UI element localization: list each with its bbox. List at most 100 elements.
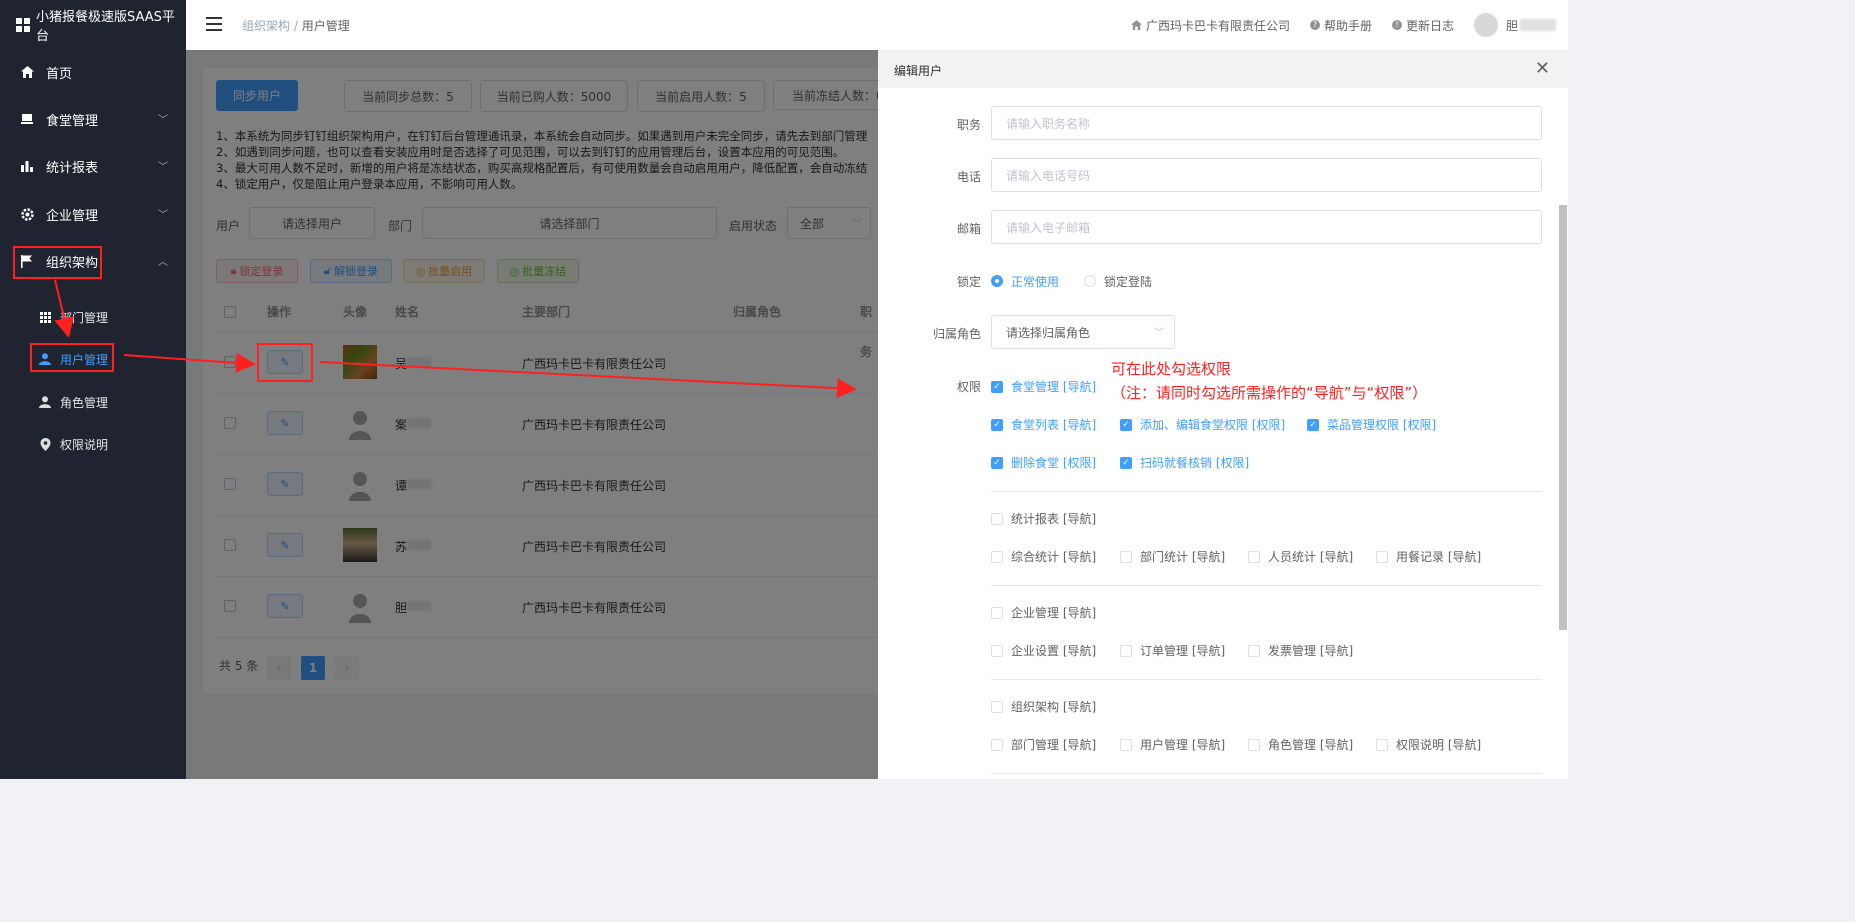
lock-normal-radio[interactable] (991, 275, 1003, 287)
sidebar-subitem-label: 角色管理 (60, 395, 109, 410)
top-header: 组织架构 / 用户管理 广西玛卡巴卡有限责任公司 ? 帮助手册 ! 更新日志 胆 (186, 0, 1568, 51)
home-icon (20, 65, 34, 79)
sidebar-subitem-departments[interactable]: 部门管理 (0, 299, 186, 335)
role-select[interactable]: 请选择归属角色 ﹀ (991, 315, 1175, 349)
perm-canteen-list[interactable]: ✓ 食堂列表 [导航] (991, 416, 1096, 433)
breadcrumb-parent[interactable]: 组织架构 (242, 19, 290, 33)
email-label: 邮箱 (956, 222, 981, 236)
home-icon (1131, 20, 1142, 30)
perm-canteen-nav[interactable]: ✓ 食堂管理 [导航] (991, 378, 1096, 395)
sidebar-subitem-roles[interactable]: 角色管理 (0, 384, 186, 420)
edit-user-drawer: 编辑用户 ✕ 职务 请输入职务名称 电话 请输入电话号码 邮箱 请输入电子邮箱 … (878, 50, 1568, 779)
question-icon: ? (1309, 20, 1320, 30)
perm-scan-verify[interactable]: ✓ 扫码就餐核销 [权限] (1120, 454, 1249, 471)
checkbox-checked: ✓ (1307, 418, 1319, 431)
checkbox-unchecked (1376, 738, 1388, 751)
perm-user-manage[interactable]: 用户管理 [导航] (1120, 736, 1225, 753)
sidebar-item-canteen[interactable]: 食堂管理 ﹀ (0, 99, 186, 139)
highlight-edit-button (257, 343, 313, 382)
divider (991, 491, 1542, 492)
avatar[interactable] (1473, 13, 1498, 37)
drawer-title: 编辑用户 (894, 64, 943, 78)
permission-label: 权限 (956, 380, 981, 394)
position-input[interactable]: 请输入职务名称 (991, 106, 1542, 140)
help-link[interactable]: ? 帮助手册 (1309, 17, 1372, 34)
bar-chart-icon (20, 159, 34, 173)
sidebar-item-label: 统计报表 (46, 160, 99, 176)
role-label: 归属角色 (932, 327, 981, 341)
perm-permission-doc[interactable]: 权限说明 [导航] (1376, 736, 1481, 753)
sidebar-item-home[interactable]: 首页 (0, 52, 186, 92)
sidebar-subitem-permissions[interactable]: 权限说明 (0, 426, 186, 462)
divider (991, 679, 1542, 680)
sidebar-item-label: 食堂管理 (46, 113, 99, 129)
logo-icon (16, 18, 30, 32)
sidebar-item-enterprise[interactable]: 企业管理 ﹀ (0, 194, 186, 234)
divider (991, 585, 1542, 586)
perm-dish-manage[interactable]: ✓ 菜品管理权限 [权限] (1307, 416, 1436, 433)
person-icon (38, 395, 52, 409)
checkbox-checked: ✓ (991, 418, 1003, 431)
phone-label: 电话 (956, 170, 981, 184)
canteen-icon (20, 112, 34, 126)
breadcrumb: 组织架构 / 用户管理 (242, 17, 350, 34)
checkbox-unchecked (1120, 644, 1132, 657)
checkbox-checked: ✓ (1120, 456, 1132, 469)
checkbox-unchecked (991, 644, 1003, 657)
highlight-org-menu (13, 246, 102, 279)
checkbox-unchecked (1248, 550, 1260, 563)
drawer-scrollbar[interactable] (1559, 205, 1567, 630)
chevron-down-icon: ﹀ (158, 115, 168, 126)
lock-locked-radio[interactable] (1084, 275, 1096, 287)
chevron-down-icon: ﹀ (1154, 328, 1164, 339)
user-name[interactable]: 胆 (1506, 17, 1518, 34)
breadcrumb-current: 用户管理 (301, 19, 350, 33)
sidebar: 小猪报餐极速版SAAS平台 首页 食堂管理 ﹀ 统计报表 ﹀ 企业管理 ﹀ 组织… (0, 0, 186, 779)
chevron-up-icon: ︿ (158, 257, 168, 268)
highlight-user-menu (30, 343, 114, 372)
changelog-label: 更新日志 (1405, 18, 1454, 33)
company-link[interactable]: 广西玛卡巴卡有限责任公司 (1131, 17, 1290, 34)
modal-overlay[interactable] (186, 50, 878, 779)
lock-label: 锁定 (956, 275, 981, 289)
company-name: 广西玛卡巴卡有限责任公司 (1145, 18, 1290, 33)
lock-normal-label[interactable]: 正常使用 (1011, 273, 1059, 290)
perm-reports-nav[interactable]: 统计报表 [导航] (991, 510, 1096, 527)
menu-toggle-icon[interactable] (206, 17, 222, 31)
checkbox-unchecked (1248, 644, 1260, 657)
divider (991, 773, 1542, 774)
perm-enterprise-settings[interactable]: 企业设置 [导航] (991, 642, 1096, 659)
perm-enterprise-nav[interactable]: 企业管理 [导航] (991, 604, 1096, 621)
info-icon: ! (1391, 20, 1402, 30)
help-label: 帮助手册 (1323, 18, 1372, 33)
checkbox-unchecked (1376, 550, 1388, 563)
perm-order-manage[interactable]: 订单管理 [导航] (1120, 642, 1225, 659)
user-name-blurred (1520, 19, 1556, 31)
header-right: 广西玛卡巴卡有限责任公司 ? 帮助手册 ! 更新日志 胆 (1131, 0, 1568, 50)
app-logo[interactable]: 小猪报餐极速版SAAS平台 (0, 0, 186, 50)
perm-people-stats[interactable]: 人员统计 [导航] (1248, 548, 1353, 565)
checkbox-unchecked (991, 512, 1003, 525)
changelog-link[interactable]: ! 更新日志 (1391, 17, 1454, 34)
perm-meal-records[interactable]: 用餐记录 [导航] (1376, 548, 1481, 565)
checkbox-unchecked (991, 550, 1003, 563)
checkbox-checked: ✓ (991, 456, 1003, 469)
perm-org-nav[interactable]: 组织架构 [导航] (991, 698, 1096, 715)
perm-invoice-manage[interactable]: 发票管理 [导航] (1248, 642, 1353, 659)
perm-canteen-delete[interactable]: ✓ 删除食堂 [权限] (991, 454, 1096, 471)
phone-input[interactable]: 请输入电话号码 (991, 158, 1542, 192)
perm-canteen-edit[interactable]: ✓ 添加、编辑食堂权限 [权限] (1120, 416, 1285, 433)
gear-icon (20, 207, 34, 221)
position-label: 职务 (956, 118, 981, 132)
drawer-header: 编辑用户 ✕ (878, 50, 1568, 88)
sidebar-item-reports[interactable]: 统计报表 ﹀ (0, 146, 186, 186)
email-input[interactable]: 请输入电子邮箱 (991, 210, 1542, 244)
annotation-line: （注：请同时勾选所需操作的“导航”与“权限”） (1111, 384, 1428, 402)
sidebar-item-label: 首页 (46, 66, 73, 82)
close-icon[interactable]: ✕ (1535, 58, 1550, 79)
perm-dept-manage[interactable]: 部门管理 [导航] (991, 736, 1096, 753)
lock-locked-label[interactable]: 锁定登陆 (1104, 273, 1152, 290)
perm-role-manage[interactable]: 角色管理 [导航] (1248, 736, 1353, 753)
perm-dept-stats[interactable]: 部门统计 [导航] (1120, 548, 1225, 565)
perm-overall-stats[interactable]: 综合统计 [导航] (991, 548, 1096, 565)
